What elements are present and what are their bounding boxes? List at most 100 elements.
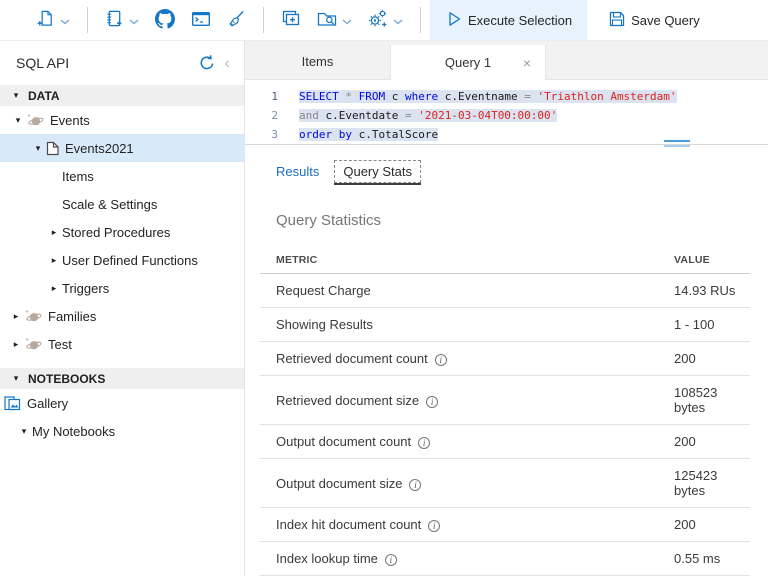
sql-plain: c: [385, 90, 405, 103]
section-label: DATA: [28, 89, 60, 103]
tree-item-user-defined-functions[interactable]: ▸ User Defined Functions: [0, 246, 244, 274]
chevron-down-icon: [129, 13, 139, 28]
tree-item-stored-procedures[interactable]: ▸ Stored Procedures: [0, 218, 244, 246]
tree-item-families[interactable]: ▸ Families: [0, 302, 244, 330]
table-row: Output document count i 200: [260, 425, 750, 459]
metric-label: Index lookup time: [276, 551, 378, 566]
column-header-metric: METRIC: [260, 246, 658, 274]
info-icon[interactable]: i: [409, 479, 421, 491]
collapse-chevron-icon: ‹: [220, 56, 234, 70]
notebook-icon: [105, 9, 124, 31]
info-icon[interactable]: i: [426, 396, 438, 408]
info-icon[interactable]: i: [428, 520, 440, 532]
metric-value: 108523 bytes: [658, 376, 750, 425]
chevron-collapsed-icon[interactable]: ▸: [46, 227, 62, 238]
terminal-button[interactable]: [183, 0, 219, 40]
sql-string: 'Triathlon Amsterdam': [537, 90, 676, 103]
info-icon[interactable]: i: [418, 437, 430, 449]
chevron-expanded-icon[interactable]: ▾: [8, 90, 24, 101]
metric-label: Retrieved document size: [276, 393, 419, 408]
execute-selection-button[interactable]: Execute Selection: [430, 0, 587, 40]
save-query-label: Save Query: [631, 13, 700, 28]
table-row: Showing Results 1 - 100: [260, 308, 750, 342]
section-header-notebooks[interactable]: ▾ NOTEBOOKS: [0, 368, 244, 389]
section-header-data[interactable]: ▾ DATA: [0, 85, 244, 106]
info-icon[interactable]: i: [435, 354, 447, 366]
metric-label: Output document size: [276, 476, 402, 491]
tree-item-scale-settings[interactable]: Scale & Settings: [0, 190, 244, 218]
sidebar-header: SQL API ‹: [0, 41, 244, 85]
metric-value: 200: [658, 425, 750, 459]
document-tabbar: Items Query 1 ×: [245, 41, 768, 80]
table-row: Retrieved document counti 200: [260, 342, 750, 376]
tree-item-items[interactable]: Items: [0, 162, 244, 190]
metric-value: 200: [658, 508, 750, 542]
line-number: 1: [245, 87, 278, 106]
refresh-button[interactable]: [196, 52, 218, 74]
tab-items[interactable]: Items: [245, 44, 390, 79]
play-icon: [445, 10, 463, 31]
save-icon: [608, 10, 626, 31]
tree-item-label: Events2021: [65, 141, 134, 156]
sql-operator: =: [524, 90, 531, 103]
clear-broom-button[interactable]: [219, 0, 254, 40]
table-header-row: METRIC VALUE: [260, 246, 750, 274]
chevron-expanded-icon[interactable]: ▾: [16, 426, 32, 437]
results-pane: Results Query Stats Query Statistics MET…: [245, 145, 768, 576]
chevron-expanded-icon[interactable]: ▾: [30, 143, 46, 154]
tree-item-gallery[interactable]: Gallery: [0, 389, 244, 417]
tab-results[interactable]: Results: [276, 164, 319, 179]
new-container-button[interactable]: [273, 0, 309, 40]
metric-value: 1 - 100: [658, 308, 750, 342]
new-sql-query-button[interactable]: [28, 0, 78, 40]
selected-text: SELECT * FROM c where c.Eventname = 'Tri…: [299, 90, 677, 103]
toolbar-divider: [420, 7, 421, 33]
chevron-collapsed-icon[interactable]: ▸: [46, 255, 62, 266]
tab-query-stats[interactable]: Query Stats: [334, 160, 421, 183]
tree-item-my-notebooks[interactable]: ▾ My Notebooks: [0, 417, 244, 445]
gallery-icon: [4, 396, 21, 411]
line-number: 2: [245, 106, 278, 125]
chevron-expanded-icon[interactable]: ▾: [10, 115, 26, 126]
chevron-down-icon: [393, 13, 403, 28]
sql-operator: *: [345, 90, 352, 103]
table-row: Index lookup timei 0.55 ms: [260, 542, 750, 576]
stacked-windows-plus-icon: [281, 9, 301, 32]
chevron-down-icon: [60, 13, 70, 28]
close-icon[interactable]: ×: [523, 56, 531, 70]
tree-item-label: User Defined Functions: [62, 253, 198, 268]
tree-item-events2021[interactable]: ▾ Events2021: [0, 134, 244, 162]
chevron-collapsed-icon[interactable]: ▸: [8, 311, 24, 322]
tree-item-label: Items: [62, 169, 94, 184]
splitter-drag-handle[interactable]: [664, 140, 690, 147]
folder-search-icon: [317, 10, 337, 31]
github-button[interactable]: [147, 0, 183, 40]
main-area: SQL API ‹ ▾ DATA ▾ Events ▾ Events2021: [0, 41, 768, 576]
tab-query-1[interactable]: Query 1 ×: [390, 45, 546, 80]
chevron-collapsed-icon[interactable]: ▸: [46, 283, 62, 294]
sql-plain: c.TotalScore: [352, 128, 438, 141]
save-query-button[interactable]: Save Query: [593, 0, 715, 40]
chevron-expanded-icon[interactable]: ▾: [8, 373, 24, 384]
selected-text: and c.Eventdate = '2021-03-04T00:00:00': [299, 109, 557, 122]
sql-query-editor[interactable]: 1 SELECT * FROM c where c.Eventname = 'T…: [245, 80, 768, 144]
info-icon[interactable]: i: [385, 554, 397, 566]
query-stats-table: METRIC VALUE Request Charge 14.93 RUs Sh…: [260, 246, 750, 576]
tree-item-triggers[interactable]: ▸ Triggers: [0, 274, 244, 302]
editor-line: 1 SELECT * FROM c where c.Eventname = 'T…: [245, 87, 768, 106]
tree-item-label: Test: [48, 337, 72, 352]
collapse-panel-button[interactable]: ‹: [218, 54, 236, 72]
tree-item-events[interactable]: ▾ Events: [0, 106, 244, 134]
toolbar-divider: [87, 7, 88, 33]
new-notebook-button[interactable]: [97, 0, 147, 40]
resource-tree-sidebar: SQL API ‹ ▾ DATA ▾ Events ▾ Events2021: [0, 41, 245, 576]
table-row: Request Charge 14.93 RUs: [260, 274, 750, 308]
open-query-button[interactable]: [309, 0, 360, 40]
query-statistics-heading: Query Statistics: [276, 212, 768, 229]
metric-label: Output document count: [276, 434, 411, 449]
sql-keyword: order by: [299, 128, 352, 141]
tree-item-test[interactable]: ▸ Test: [0, 330, 244, 358]
new-stored-procedure-button[interactable]: [360, 0, 411, 40]
chevron-collapsed-icon[interactable]: ▸: [8, 339, 24, 350]
database-planet-icon: [24, 337, 42, 352]
